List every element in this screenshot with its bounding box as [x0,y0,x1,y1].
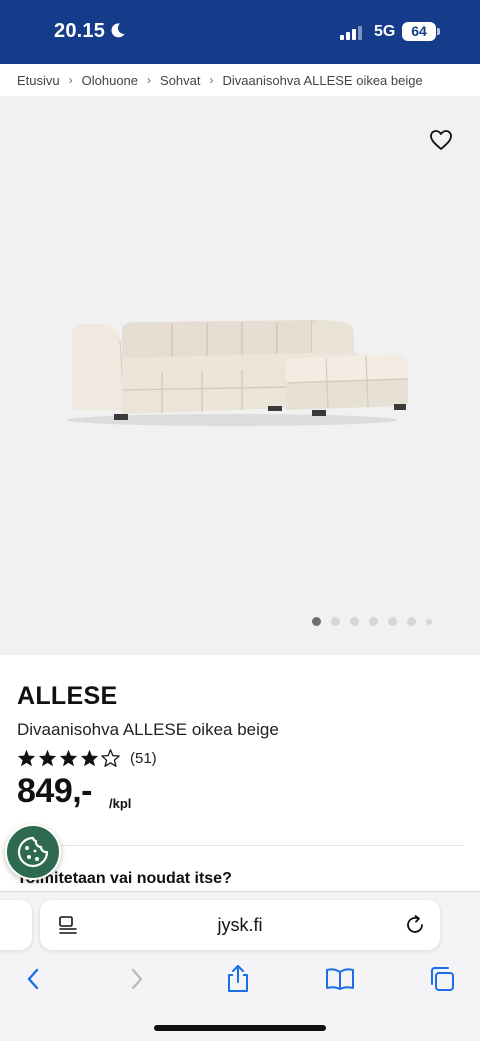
review-count: (51) [130,749,157,767]
moon-icon [111,23,125,38]
home-indicator [154,1025,326,1031]
star-filled-icon [17,749,36,767]
star-outline-icon [101,749,120,767]
reload-icon[interactable] [404,914,426,936]
network-type: 5G [374,23,396,40]
breadcrumb-item-sofas[interactable]: Sohvat [160,73,200,88]
heart-outline-icon[interactable] [429,129,453,151]
gallery-dot[interactable] [407,617,416,626]
product-name: Divaanisohva ALLESE oikea beige [17,720,279,739]
back-button[interactable] [18,964,48,994]
price-unit: /kpl [109,796,132,811]
gallery-dot[interactable] [426,618,432,625]
product-rating[interactable]: (51) [17,749,157,767]
star-filled-icon [38,749,57,767]
book-icon [326,968,354,990]
product-image [67,320,409,426]
chevron-right-icon: › [147,73,152,87]
share-button[interactable] [223,964,253,994]
chevron-left-icon [27,968,39,990]
breadcrumb: Etusivu › Olohuone › Sohvat › Divaanisoh… [0,64,480,96]
gallery-dot[interactable] [388,617,397,626]
cookie-icon [17,836,49,868]
forward-button[interactable] [122,964,152,994]
star-filled-icon [59,749,78,767]
bookmarks-button[interactable] [325,964,355,994]
gallery-pagination [312,617,432,626]
divider [17,845,463,846]
share-icon [228,965,248,992]
signal-icon [340,24,362,40]
breadcrumb-item-living-room[interactable]: Olohuone [82,73,138,88]
battery-icon: 64 [402,22,436,41]
address-bar[interactable]: jysk.fi [40,900,440,950]
chevron-right-icon: › [68,73,73,87]
breadcrumb-item-current[interactable]: Divaanisohva ALLESE oikea beige [223,73,423,88]
gallery-dot[interactable] [312,617,321,626]
gallery-dot[interactable] [350,617,359,626]
breadcrumb-item-home[interactable]: Etusivu [17,73,60,88]
gallery-dot[interactable] [369,617,378,626]
chevron-right-icon: › [209,73,214,87]
product-brand: ALLESE [17,682,118,710]
star-filled-icon [80,749,99,767]
previous-tab-preview[interactable] [0,900,32,950]
chevron-right-icon [131,968,143,990]
status-bar: 20.15 5G 64 [0,0,480,64]
tabs-icon [431,967,454,991]
rating-stars [17,749,120,767]
battery-tip [437,28,440,35]
product-price: 849,- [17,772,93,810]
tabs-button[interactable] [427,964,457,994]
status-time: 20.15 [54,20,106,42]
url-text: jysk.fi [217,915,263,935]
gallery-dot[interactable] [331,617,340,626]
app-root: 20.15 5G 64 Etusivu › Olohuone › Sohvat … [0,0,480,1041]
cookie-settings-button[interactable] [5,824,61,880]
